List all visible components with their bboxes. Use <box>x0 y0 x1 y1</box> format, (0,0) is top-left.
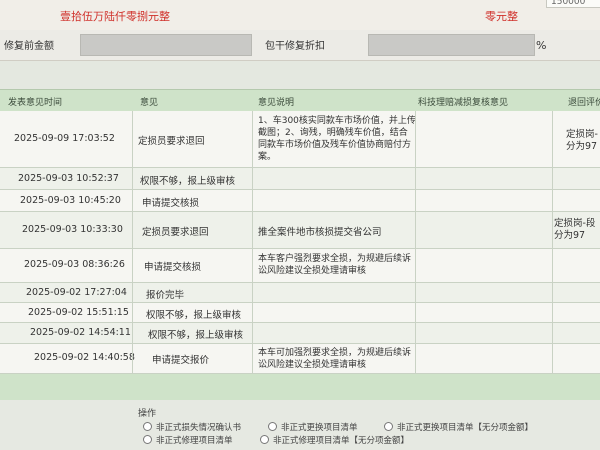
row-description: 本车客户强烈要求全损，为规避后续诉讼风险建议全损处理请审核 <box>258 254 412 276</box>
table-row: 2025-09-03 08:36:26 申请提交核损 本车客户强烈要求全损，为规… <box>0 249 600 283</box>
row-time: 2025-09-02 14:40:58 <box>34 352 135 363</box>
col-time: 发表意见时间 <box>8 98 63 108</box>
row-time: 2025-09-03 08:36:26 <box>24 259 125 270</box>
row-opinion: 申请提交核损 <box>142 198 200 209</box>
column-divider <box>252 111 253 373</box>
before-repair-amount-input[interactable] <box>80 34 252 56</box>
table-row: 2025-09-03 10:52:37 权限不够，报上级审核 <box>0 168 600 190</box>
option-replacement-list-no-amount[interactable]: 非正式更换项目清单【无分项金额】 <box>384 421 533 433</box>
table-footer-bar <box>0 374 600 400</box>
table-row: 2025-09-02 14:54:11 权限不够，报上级审核 <box>0 323 600 344</box>
radio-icon[interactable] <box>143 435 152 444</box>
row-time: 2025-09-02 15:51:15 <box>28 307 129 318</box>
col-return-eval: 退回评价 <box>568 98 600 108</box>
radio-icon[interactable] <box>260 435 269 444</box>
amount-in-words-right: 零元整 <box>485 10 518 23</box>
radio-icon[interactable] <box>143 422 152 431</box>
package-discount-input[interactable] <box>368 34 535 56</box>
row-opinion: 定损员要求退回 <box>138 136 205 147</box>
table-row: 2025-09-02 14:40:58 申请提交报价 本车可加强烈要求全损，为规… <box>0 344 600 374</box>
amount-strip: 壹拾伍万陆仟零捌元整 零元整 150000 <box>0 0 600 31</box>
radio-icon[interactable] <box>268 422 277 431</box>
table-row: 2025-09-09 17:03:52 定损员要求退回 1、车300核实同款车市… <box>0 111 600 168</box>
col-tech-review: 科技理赔减损复核意见 <box>418 98 509 108</box>
row-time: 2025-09-02 17:27:04 <box>26 287 127 298</box>
percent-sign: % <box>536 39 547 52</box>
col-opinion: 意见 <box>140 98 159 108</box>
column-divider <box>132 111 133 373</box>
package-discount-label: 包干修复折扣 <box>265 41 325 52</box>
table-row: 2025-09-03 10:33:30 定损员要求退回 推全案件地市核损提交省公… <box>0 212 600 249</box>
radio-icon[interactable] <box>384 422 393 431</box>
table-row: 2025-09-02 17:27:04 报价完毕 <box>0 283 600 303</box>
option-repair-list-no-amount[interactable]: 非正式修理项目清单【无分项金额】 <box>260 434 409 446</box>
row-time: 2025-09-03 10:33:30 <box>22 224 123 235</box>
row-return-eval: 定损岗-段 分为97 <box>554 218 596 241</box>
opinion-table-header: 发表意见时间 意见 意见说明 科技理赔减损复核意见 退回评价 <box>0 89 600 113</box>
table-row: 2025-09-03 10:45:20 申请提交核损 <box>0 190 600 212</box>
row-opinion: 报价完毕 <box>146 290 185 301</box>
row-opinion: 权限不够，报上级审核 <box>146 310 242 321</box>
corner-value-field[interactable]: 150000 <box>546 0 600 8</box>
row-time: 2025-09-03 10:45:20 <box>20 195 121 206</box>
row-description: 本车可加强烈要求全损，为规避后续诉讼风险建议全损处理请审核 <box>258 348 412 370</box>
col-description: 意见说明 <box>258 98 295 108</box>
row-opinion: 申请提交核损 <box>144 262 202 273</box>
option-loss-confirmation[interactable]: 非正式损失情况确认书 <box>143 421 241 433</box>
repair-amount-row: 修复前金额 包干修复折扣 % <box>0 30 600 61</box>
row-return-eval: 定损岗- 分为97 <box>566 129 598 152</box>
before-repair-amount-label: 修复前金额 <box>4 41 54 52</box>
row-time: 2025-09-03 10:52:37 <box>18 173 119 184</box>
amount-in-words: 壹拾伍万陆仟零捌元整 <box>60 10 170 23</box>
option-repair-list[interactable]: 非正式修理项目清单 <box>143 434 233 446</box>
row-description: 推全案件地市核损提交省公司 <box>258 227 382 238</box>
row-time: 2025-09-02 14:54:11 <box>30 327 131 338</box>
row-opinion: 权限不够，报上级审核 <box>140 176 236 187</box>
table-row: 2025-09-02 15:51:15 权限不够，报上级审核 <box>0 303 600 323</box>
option-replacement-list[interactable]: 非正式更换项目清单 <box>268 421 358 433</box>
row-opinion: 定损员要求退回 <box>142 227 209 238</box>
row-opinion: 申请提交报价 <box>152 355 210 366</box>
spacer <box>0 61 600 89</box>
column-divider <box>552 111 553 373</box>
row-opinion: 权限不够，报上级审核 <box>148 330 244 341</box>
row-time: 2025-09-09 17:03:52 <box>14 133 115 144</box>
row-description: 1、车300核实同款车市场价值，并上传截图；2、询残，明确残车价值，结合同款车市… <box>258 116 416 162</box>
operations-label: 操作 <box>138 409 157 419</box>
column-divider <box>415 111 416 373</box>
